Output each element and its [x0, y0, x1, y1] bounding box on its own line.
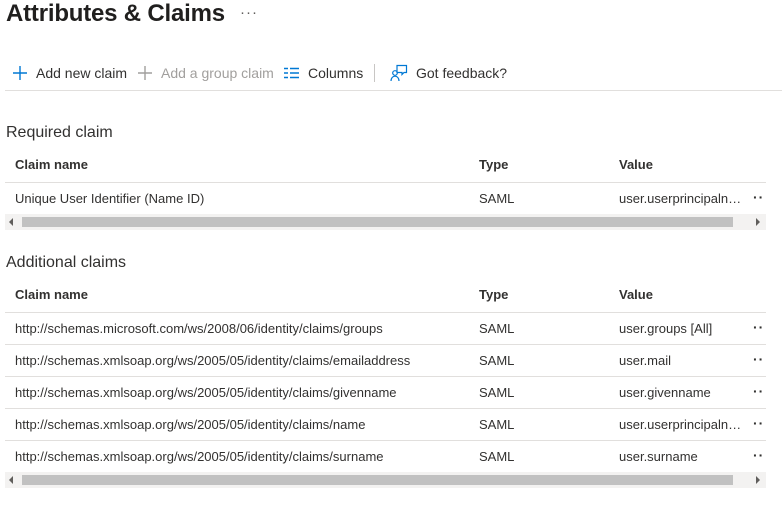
add-icon [13, 66, 27, 80]
table-row[interactable]: http://schemas.xmlsoap.org/ws/2005/05/id… [5, 409, 766, 441]
claim-name: http://schemas.microsoft.com/ws/2008/06/… [15, 321, 383, 336]
claim-name: http://schemas.xmlsoap.org/ws/2005/05/id… [15, 449, 384, 464]
table-row[interactable]: Unique User Identifier (Name ID) SAML us… [5, 183, 766, 215]
row-more-button[interactable]: ·· [753, 189, 764, 205]
scroll-right-icon[interactable] [756, 476, 760, 484]
table-row[interactable]: http://schemas.xmlsoap.org/ws/2005/05/id… [5, 377, 766, 409]
columns-label: Columns [308, 65, 364, 81]
scrollbar-thumb[interactable] [22, 217, 733, 227]
feedback-icon [390, 64, 408, 82]
table-header: Claim name Type Value [5, 148, 766, 183]
table-row[interactable]: http://schemas.microsoft.com/ws/2008/06/… [5, 313, 766, 345]
claim-name: http://schemas.xmlsoap.org/ws/2005/05/id… [15, 417, 366, 432]
claim-type: SAML [479, 353, 515, 368]
claim-type: SAML [479, 449, 515, 464]
more-options-button[interactable]: ··· [240, 4, 258, 21]
claim-value: user.userprincipalname [619, 417, 747, 432]
claim-value: user.groups [All] [619, 321, 713, 336]
command-bar: Add new claim Add a group claim Columns … [0, 58, 782, 90]
columns-icon [284, 67, 299, 79]
column-header-claim-name[interactable]: Claim name [15, 287, 88, 302]
claim-value: user.mail [619, 353, 672, 368]
claim-type: SAML [479, 385, 515, 400]
horizontal-scrollbar[interactable] [5, 214, 766, 230]
page-title: Attributes & Claims [6, 0, 225, 27]
row-more-button[interactable]: ·· [753, 351, 764, 367]
add-new-claim-label: Add new claim [36, 65, 128, 81]
columns-button[interactable]: Columns [283, 58, 363, 88]
scroll-right-icon[interactable] [756, 218, 760, 226]
row-more-button[interactable]: ·· [753, 319, 764, 335]
column-header-value[interactable]: Value [619, 157, 653, 172]
add-group-icon [138, 66, 152, 80]
row-more-button[interactable]: ·· [753, 415, 764, 431]
add-group-claim-label: Add a group claim [161, 65, 274, 81]
feedback-label: Got feedback? [416, 65, 508, 81]
add-new-claim-button[interactable]: Add new claim [12, 58, 127, 88]
row-more-button[interactable]: ·· [753, 447, 764, 463]
claim-value: user.givenname [619, 385, 711, 400]
additional-claims-table: Claim name Type Value http://schemas.mic… [5, 278, 766, 473]
claim-name: Unique User Identifier (Name ID) [15, 191, 205, 206]
required-claim-heading: Required claim [6, 124, 113, 141]
column-header-type[interactable]: Type [479, 157, 508, 172]
table-row[interactable]: http://schemas.xmlsoap.org/ws/2005/05/id… [5, 441, 766, 473]
add-group-claim-button[interactable]: Add a group claim [137, 58, 274, 88]
required-claim-table: Claim name Type Value Unique User Identi… [5, 148, 766, 215]
additional-claims-heading: Additional claims [6, 254, 127, 271]
row-more-button[interactable]: ·· [753, 383, 764, 399]
feedback-button[interactable]: Got feedback? [390, 58, 507, 88]
scroll-left-icon[interactable] [9, 476, 13, 484]
claim-name: http://schemas.xmlsoap.org/ws/2005/05/id… [15, 385, 397, 400]
table-header: Claim name Type Value [5, 278, 766, 313]
toolbar-divider [5, 90, 782, 91]
column-header-claim-name[interactable]: Claim name [15, 157, 88, 172]
claim-value: user.userprincipalname [619, 191, 747, 206]
claim-type: SAML [479, 417, 515, 432]
scrollbar-thumb[interactable] [22, 475, 733, 485]
column-header-type[interactable]: Type [479, 287, 508, 302]
toolbar-separator [374, 64, 375, 82]
horizontal-scrollbar[interactable] [5, 472, 766, 488]
table-row[interactable]: http://schemas.xmlsoap.org/ws/2005/05/id… [5, 345, 766, 377]
claim-name: http://schemas.xmlsoap.org/ws/2005/05/id… [15, 353, 411, 368]
claim-type: SAML [479, 321, 515, 336]
claim-type: SAML [479, 191, 515, 206]
scroll-left-icon[interactable] [9, 218, 13, 226]
column-header-value[interactable]: Value [619, 287, 653, 302]
claim-value: user.surname [619, 449, 698, 464]
